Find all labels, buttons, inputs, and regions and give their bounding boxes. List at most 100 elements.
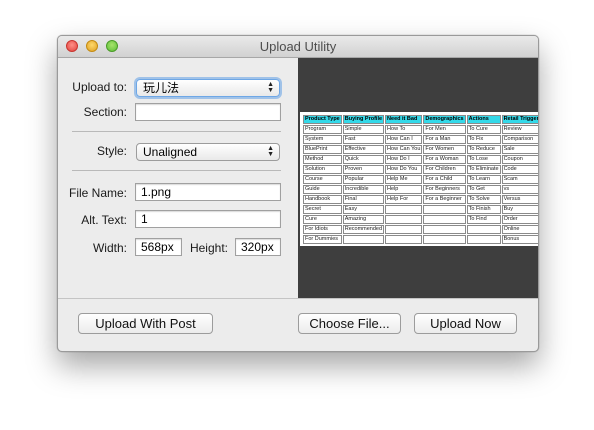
preview-image: Product Type Buying Profile Need it Bad … <box>300 112 538 246</box>
table-cell: For Men <box>423 125 466 134</box>
width-label: Width: <box>92 241 127 255</box>
table-cell <box>385 215 423 224</box>
table-cell <box>423 205 466 214</box>
file-name-label: File Name: <box>68 186 127 200</box>
table-cell: For Beginners <box>423 185 466 194</box>
table-cell: Incredible <box>342 185 385 194</box>
table-cell: Solution <box>303 165 342 174</box>
table-cell: Versus <box>501 195 538 204</box>
table-cell: Review <box>501 125 538 134</box>
table-cell: Guide <box>303 185 342 194</box>
title-bar[interactable]: Upload Utility <box>58 36 538 58</box>
table-cell: Comparison <box>501 135 538 144</box>
table-cell: Online <box>501 225 538 234</box>
image-preview: Product Type Buying Profile Need it Bad … <box>298 58 538 298</box>
table-cell: Popular <box>342 175 385 184</box>
table-row: For Idiots Recommended Online <box>303 225 538 234</box>
table-cell <box>466 235 501 244</box>
table-cell: To Cure <box>466 125 501 134</box>
table-cell: Sale <box>501 145 538 154</box>
table-cell: Amazing <box>342 215 385 224</box>
table-header-cell: Retail Triggers <box>501 115 538 124</box>
table-cell: Course <box>303 175 342 184</box>
upload-to-value: 玩儿法 <box>143 81 180 95</box>
section-field[interactable] <box>135 103 281 121</box>
table-cell: Help <box>385 185 423 194</box>
table-cell <box>423 225 466 234</box>
table-header-cell: Demographics <box>423 115 466 124</box>
table-cell: Recommended <box>342 225 385 234</box>
table-cell: To Eliminate <box>466 165 501 174</box>
upload-to-select[interactable]: 玩儿法 ▲ ▼ <box>136 79 280 97</box>
table-cell: Code <box>501 165 538 174</box>
table-cell: Fast <box>342 135 385 144</box>
table-cell: How Do You <box>385 165 423 174</box>
table-cell: Secret <box>303 205 342 214</box>
upload-to-label: Upload to: <box>72 80 127 94</box>
alt-text-label: Alt. Text: <box>81 213 127 227</box>
select-arrows-icon: ▲ ▼ <box>267 145 274 158</box>
table-cell: BluePrint <box>303 145 342 154</box>
file-name-field[interactable]: 1.png <box>135 183 281 201</box>
separator <box>72 170 281 171</box>
preview-table: Product Type Buying Profile Need it Bad … <box>302 114 538 245</box>
alt-text-field[interactable]: 1 <box>135 210 281 228</box>
table-cell: How Can I <box>385 135 423 144</box>
table-cell <box>423 215 466 224</box>
table-row: Course Popular Help Me For a Child To Learn S… <box>303 175 538 184</box>
style-select[interactable]: Unaligned ▲ ▼ <box>136 143 280 161</box>
table-cell: Final <box>342 195 385 204</box>
table-cell: Easy <box>342 205 385 214</box>
select-arrows-icon: ▲ ▼ <box>267 81 274 94</box>
height-label: Height: <box>189 241 228 255</box>
window-title: Upload Utility <box>259 39 337 54</box>
table-header-cell: Product Type <box>303 115 342 124</box>
table-row: Method Quick How Do I For a Woman To Lose Cou… <box>303 155 538 164</box>
style-label: Style: <box>96 144 127 158</box>
choose-file-button[interactable]: Choose File... <box>298 313 401 334</box>
table-cell: Order <box>501 215 538 224</box>
table-cell <box>385 235 423 244</box>
table-cell: How To <box>385 125 423 134</box>
table-cell: How Can You <box>385 145 423 154</box>
table-cell: Coupon <box>501 155 538 164</box>
table-header-row: Product Type Buying Profile Need it Bad … <box>303 115 538 124</box>
table-cell: Proven <box>342 165 385 174</box>
table-cell: Buy <box>501 205 538 214</box>
table-cell: Help For <box>385 195 423 204</box>
table-cell: To Learn <box>466 175 501 184</box>
table-cell <box>385 225 423 234</box>
table-row: Cure Amazing To Find Order <box>303 215 538 224</box>
table-cell: To Find <box>466 215 501 224</box>
height-field[interactable]: 320px <box>235 238 281 256</box>
table-header-cell: Actions <box>466 115 501 124</box>
style-value: Unaligned <box>143 145 198 159</box>
table-header-cell: Need it Bad <box>385 115 423 124</box>
table-cell: For Women <box>423 145 466 154</box>
table-cell: For Children <box>423 165 466 174</box>
table-row: Handbook Final Help For For a Beginner To So… <box>303 195 538 204</box>
table-cell: For Idiots <box>303 225 342 234</box>
table-cell: To Get <box>466 185 501 194</box>
width-field[interactable]: 568px <box>135 238 182 256</box>
table-cell: To Reduce <box>466 145 501 154</box>
table-cell: Bonus <box>501 235 538 244</box>
table-cell: For a Woman <box>423 155 466 164</box>
table-cell: For a Beginner <box>423 195 466 204</box>
table-cell: Program <box>303 125 342 134</box>
upload-with-post-button[interactable]: Upload With Post <box>78 313 213 334</box>
table-cell: How Do I <box>385 155 423 164</box>
table-cell: Help Me <box>385 175 423 184</box>
table-cell: For Dummies <box>303 235 342 244</box>
table-cell: To Fix <box>466 135 501 144</box>
table-row: System Fast How Can I For a Man To Fix Compar… <box>303 135 538 144</box>
table-cell: To Lose <box>466 155 501 164</box>
upload-utility-window: Upload Utility Upload to: 玩儿法 ▲ ▼ Section… <box>57 35 539 352</box>
section-label: Section: <box>83 105 127 119</box>
table-row: BluePrint Effective How Can You For Women To… <box>303 145 538 154</box>
table-cell: Effective <box>342 145 385 154</box>
table-cell: vs <box>501 185 538 194</box>
table-row: For Dummies Bonus <box>303 235 538 244</box>
upload-now-button[interactable]: Upload Now <box>414 313 517 334</box>
table-row: Program Simple How To For Men To Cure Review <box>303 125 538 134</box>
